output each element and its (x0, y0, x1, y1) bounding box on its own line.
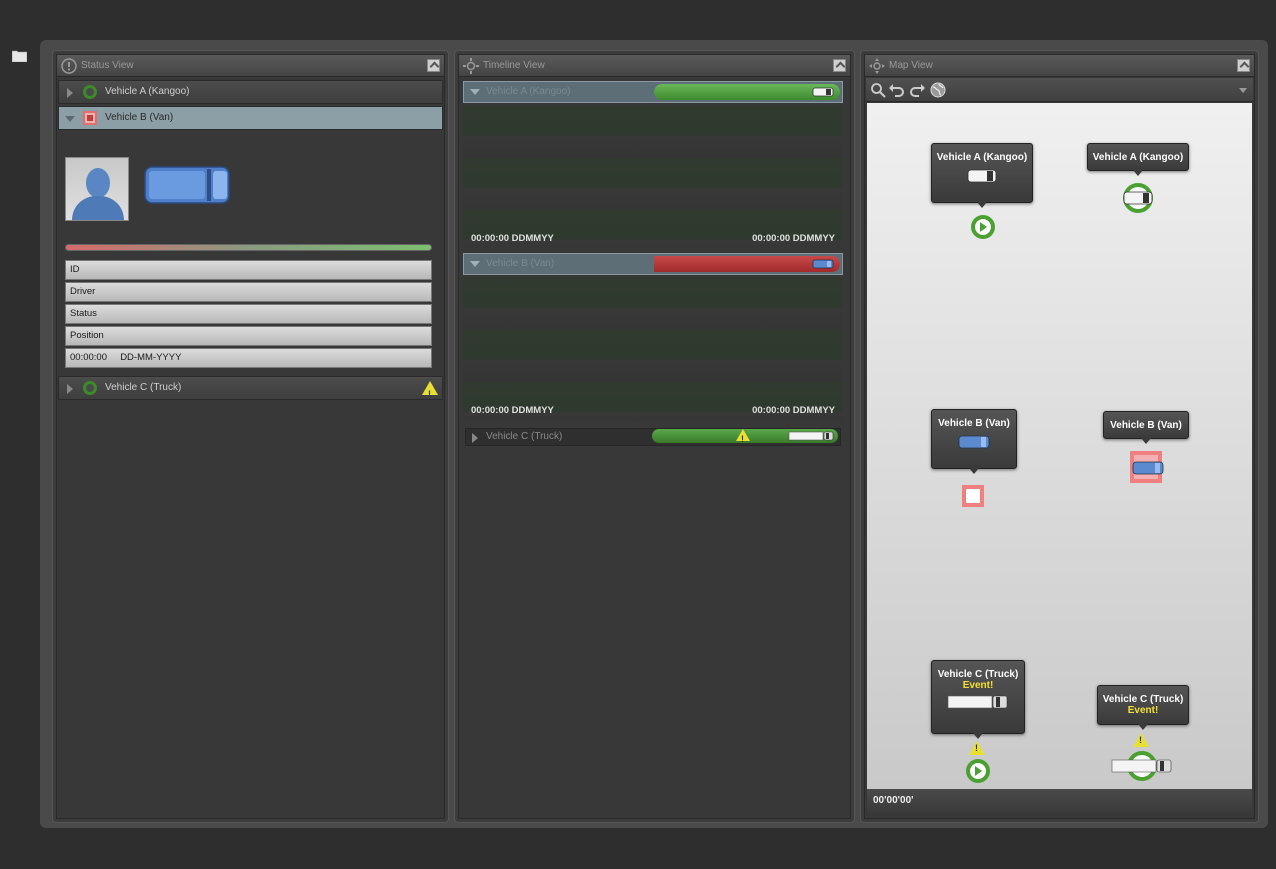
status-row-vehicle-a[interactable]: Vehicle A (Kangoo) (58, 80, 443, 104)
event-label: Event! (962, 680, 994, 691)
van-icon (812, 259, 834, 269)
truck-icon (947, 695, 1008, 709)
timeline-body-vehicle-a: 00:00:00 DDMMYY 00:00:00 DDMMYY (463, 105, 843, 250)
map-view-panel: Map View Vehicle A (Kangoo) Vehicle A (K… (860, 50, 1259, 823)
position-field: Position (65, 326, 432, 346)
vehicle-label: Vehicle B (Van) (105, 112, 174, 123)
map-callout-vehicle-c-2[interactable]: Vehicle C (Truck) Event! (1097, 685, 1189, 730)
globe-icon[interactable] (930, 82, 946, 98)
map-view-title: Map View (889, 60, 933, 71)
timeline-bar[interactable] (654, 84, 840, 100)
date-value: DD-MM-YYYY (120, 352, 182, 363)
timeline-row-vehicle-a[interactable]: Vehicle A (Kangoo) (463, 81, 843, 103)
map-time: 00'00'00' (873, 795, 914, 806)
redo-icon[interactable] (910, 82, 926, 98)
map-marker-vehicle-a-2[interactable] (1123, 183, 1153, 213)
undo-icon[interactable] (888, 82, 904, 98)
event-label: Event! (1127, 705, 1159, 716)
status-field: Status (65, 304, 432, 324)
map-marker-vehicle-b-2[interactable] (1130, 451, 1164, 483)
info-icon (61, 58, 77, 74)
start-timestamp: 00:00:00 DDMMYY (471, 233, 554, 244)
maximize-button[interactable] (427, 59, 440, 72)
start-timestamp: 00:00:00 DDMMYY (471, 405, 554, 416)
van-icon (1132, 461, 1164, 475)
timeline-view-header: Timeline View (459, 55, 850, 77)
vehicle-label: Vehicle C (Truck) (105, 382, 182, 393)
timeline-bar[interactable] (652, 429, 838, 447)
map-canvas[interactable]: Vehicle A (Kangoo) Vehicle A (Kangoo) Ve… (867, 103, 1252, 789)
status-view-header: Status View (57, 55, 444, 77)
move-icon (869, 58, 885, 74)
expand-icon[interactable] (472, 433, 478, 443)
expand-icon[interactable] (67, 384, 73, 394)
truck-icon (1111, 759, 1172, 773)
time-value: 00:00:00 (70, 352, 107, 363)
callout-label: Vehicle B (Van) (1110, 420, 1182, 431)
map-callout-vehicle-c[interactable]: Vehicle C (Truck) Event! (931, 660, 1025, 739)
id-field: ID (65, 260, 432, 280)
warning-icon (422, 381, 438, 405)
timeline-row-label: Vehicle A (Kangoo) (486, 86, 571, 97)
vehicle-label: Vehicle A (Kangoo) (105, 86, 190, 97)
warning-icon (1133, 733, 1149, 747)
health-bar (65, 244, 432, 251)
callout-label: Vehicle C (Truck) (937, 669, 1019, 680)
map-view-header: Map View (865, 55, 1254, 77)
map-callout-vehicle-b[interactable]: Vehicle B (Van) (931, 409, 1017, 474)
timeline-view-title: Timeline View (483, 60, 545, 71)
status-view-title: Status View (81, 60, 134, 71)
collapse-icon[interactable] (65, 116, 75, 122)
collapse-icon[interactable] (470, 89, 480, 95)
status-row-vehicle-b[interactable]: Vehicle B (Van) (58, 106, 443, 130)
truck-icon (788, 431, 834, 441)
warning-icon (969, 741, 985, 755)
timeline-row-label: Vehicle C (Truck) (486, 431, 563, 442)
folder-icon[interactable] (12, 50, 27, 62)
status-ok-icon (83, 85, 97, 99)
map-callout-vehicle-b-2[interactable]: Vehicle B (Van) (1103, 411, 1189, 444)
callout-label: Vehicle B (Van) (938, 418, 1010, 429)
end-timestamp: 00:00:00 DDMMYY (752, 405, 835, 416)
map-marker-vehicle-c-2[interactable] (1111, 751, 1172, 781)
timeline-view-panel: Timeline View Vehicle A (Kangoo) 00:00:0… (454, 50, 855, 823)
map-footer: 00'00'00' (867, 789, 1252, 813)
expand-icon[interactable] (67, 88, 73, 98)
search-icon[interactable] (870, 82, 886, 98)
status-alert-icon (83, 111, 97, 125)
map-marker-vehicle-c[interactable] (966, 759, 990, 783)
map-marker-vehicle-b[interactable] (962, 485, 984, 507)
collapse-icon[interactable] (470, 261, 480, 267)
van-icon (958, 435, 990, 449)
kangoo-icon (967, 169, 997, 183)
map-toolbar (866, 78, 1253, 102)
timeline-icon (463, 58, 479, 74)
map-marker-vehicle-a[interactable] (971, 215, 995, 239)
driver-field: Driver (65, 282, 432, 302)
driver-avatar (65, 157, 129, 221)
van-image (144, 166, 230, 204)
callout-label: Vehicle A (Kangoo) (1092, 152, 1184, 163)
callout-label: Vehicle A (Kangoo) (936, 152, 1028, 163)
dashboard-shell: Status View Vehicle A (Kangoo) Vehicle B… (40, 40, 1268, 828)
toolbar-dropdown-icon[interactable] (1239, 88, 1247, 93)
status-view-panel: Status View Vehicle A (Kangoo) Vehicle B… (52, 50, 449, 823)
kangoo-icon (812, 87, 834, 97)
maximize-button[interactable] (833, 59, 846, 72)
warning-icon (736, 429, 750, 447)
timeline-row-vehicle-b[interactable]: Vehicle B (Van) (463, 253, 843, 275)
callout-label: Vehicle C (Truck) (1102, 694, 1184, 705)
datetime-field: 00:00:00 DD-MM-YYYY (65, 348, 432, 368)
timeline-row-label: Vehicle B (Van) (486, 258, 555, 269)
map-callout-vehicle-a-2[interactable]: Vehicle A (Kangoo) (1087, 143, 1189, 176)
map-callout-vehicle-a[interactable]: Vehicle A (Kangoo) (931, 143, 1033, 208)
timeline-row-vehicle-c[interactable]: Vehicle C (Truck) (465, 428, 841, 447)
timeline-body-vehicle-b: 00:00:00 DDMMYY 00:00:00 DDMMYY (463, 277, 843, 422)
status-ok-icon (83, 381, 97, 395)
kangoo-icon (1123, 191, 1153, 205)
end-timestamp: 00:00:00 DDMMYY (752, 233, 835, 244)
maximize-button[interactable] (1237, 59, 1250, 72)
status-row-vehicle-c[interactable]: Vehicle C (Truck) (58, 376, 443, 405)
timeline-bar[interactable] (654, 256, 840, 272)
